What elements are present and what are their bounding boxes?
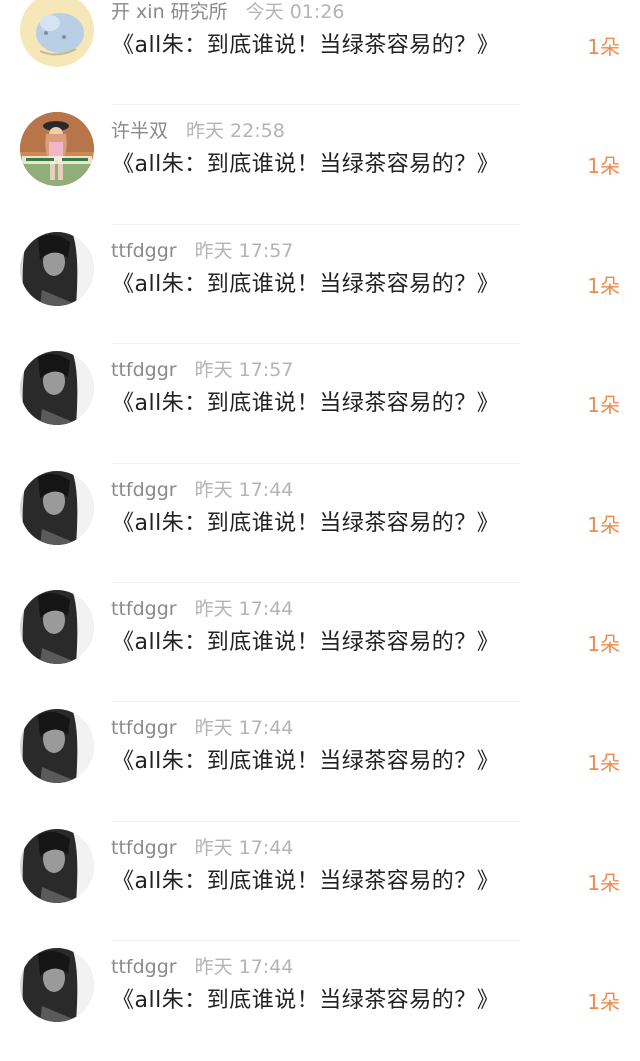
flower-count: 1朵 — [587, 35, 620, 59]
flower-count: 1朵 — [587, 154, 620, 179]
article-title[interactable]: 《all朱：到底谁说！当绿茶容易的？》 — [112, 388, 499, 420]
list-item[interactable]: ttfdggr 昨天 17:57 《all朱：到底谁说！当绿茶容易的？》 1朵 — [0, 344, 640, 464]
article-title[interactable]: 《all朱：到底谁说！当绿茶容易的？》 — [112, 985, 499, 1017]
timestamp: 昨天 22:58 — [186, 120, 285, 143]
list-item[interactable]: 开 xin 研究所 今天 01:26 《all朱：到底谁说！当绿茶容易的？》 1朵 — [0, 0, 640, 106]
article-title[interactable]: 《all朱：到底谁说！当绿茶容易的？》 — [112, 746, 499, 778]
username[interactable]: ttfdggr — [111, 359, 177, 381]
bw-portrait-avatar-icon[interactable] — [20, 351, 94, 426]
message-meta: 开 xin 研究所 今天 01:26 — [111, 0, 344, 25]
username[interactable]: ttfdggr — [111, 837, 177, 859]
list-item[interactable]: ttfdggr 昨天 17:44 《all朱：到底谁说！当绿茶容易的？》 1朵 — [0, 941, 640, 1060]
timestamp: 昨天 17:44 — [194, 836, 294, 859]
article-title[interactable]: 《all朱：到底谁说！当绿茶容易的？》 — [112, 269, 499, 301]
message-meta: ttfdggr 昨天 17:44 — [111, 715, 293, 741]
article-title[interactable]: 《all朱：到底谁说！当绿茶容易的？》 — [112, 627, 499, 659]
list-item[interactable]: ttfdggr 昨天 17:44 《all朱：到底谁说！当绿茶容易的？》 1朵 — [0, 702, 640, 822]
cartoon-avatar-icon[interactable] — [20, 0, 94, 67]
flower-count: 1朵 — [587, 870, 620, 895]
message-meta: ttfdggr 昨天 17:57 — [111, 357, 293, 383]
message-meta: ttfdggr 昨天 17:44 — [111, 954, 293, 980]
message-meta: ttfdggr 昨天 17:44 — [111, 477, 293, 503]
message-meta: ttfdggr 昨天 17:44 — [111, 835, 293, 861]
list-item[interactable]: 许半双 昨天 22:58 《all朱：到底谁说！当绿茶容易的？》 1朵 — [0, 105, 640, 225]
timestamp: 昨天 17:57 — [194, 239, 294, 262]
username[interactable]: ttfdggr — [111, 598, 177, 620]
bw-portrait-avatar-icon[interactable] — [20, 470, 94, 545]
username[interactable]: 许半双 — [111, 120, 168, 142]
timestamp: 昨天 17:44 — [194, 717, 294, 740]
message-meta: 许半双 昨天 22:58 — [111, 118, 285, 144]
list-item[interactable]: ttfdggr 昨天 17:44 《all朱：到底谁说！当绿茶容易的？》 1朵 — [0, 583, 640, 703]
timestamp: 昨天 17:57 — [194, 359, 294, 382]
bw-portrait-avatar-icon[interactable] — [20, 709, 94, 784]
flower-count: 1朵 — [587, 393, 620, 418]
timestamp: 昨天 17:44 — [194, 956, 294, 979]
article-title[interactable]: 《all朱：到底谁说！当绿茶容易的？》 — [112, 30, 499, 62]
username[interactable]: ttfdggr — [111, 240, 177, 262]
flower-count: 1朵 — [587, 990, 620, 1015]
flower-count: 1朵 — [587, 273, 620, 298]
article-title[interactable]: 《all朱：到底谁说！当绿茶容易的？》 — [112, 866, 499, 898]
message-meta: ttfdggr 昨天 17:57 — [111, 238, 293, 264]
bw-portrait-avatar-icon[interactable] — [20, 948, 94, 1023]
username[interactable]: ttfdggr — [111, 956, 177, 978]
article-title[interactable]: 《all朱：到底谁说！当绿茶容易的？》 — [112, 149, 499, 181]
photo-avatar-icon[interactable] — [20, 112, 94, 187]
list-item[interactable]: ttfdggr 昨天 17:44 《all朱：到底谁说！当绿茶容易的？》 1朵 — [0, 822, 640, 942]
article-title[interactable]: 《all朱：到底谁说！当绿茶容易的？》 — [112, 508, 499, 540]
bw-portrait-avatar-icon[interactable] — [20, 589, 94, 664]
flower-count: 1朵 — [587, 751, 620, 776]
message-meta: ttfdggr 昨天 17:44 — [111, 596, 293, 622]
username[interactable]: ttfdggr — [111, 479, 177, 501]
list-item[interactable]: ttfdggr 昨天 17:57 《all朱：到底谁说！当绿茶容易的？》 1朵 — [0, 225, 640, 345]
username[interactable]: 开 xin 研究所 — [111, 1, 228, 23]
timestamp: 昨天 17:44 — [194, 478, 294, 501]
username[interactable]: ttfdggr — [111, 717, 177, 739]
timestamp: 今天 01:26 — [245, 1, 345, 23]
list-item[interactable]: ttfdggr 昨天 17:44 《all朱：到底谁说！当绿茶容易的？》 1朵 — [0, 464, 640, 583]
message-list: 开 xin 研究所 今天 01:26 《all朱：到底谁说！当绿茶容易的？》 1朵 — [0, 0, 640, 1061]
flower-count: 1朵 — [587, 631, 620, 656]
bw-portrait-avatar-icon[interactable] — [20, 231, 94, 306]
timestamp: 昨天 17:44 — [194, 597, 294, 620]
flower-count: 1朵 — [587, 512, 620, 537]
bw-portrait-avatar-icon[interactable] — [20, 828, 94, 903]
